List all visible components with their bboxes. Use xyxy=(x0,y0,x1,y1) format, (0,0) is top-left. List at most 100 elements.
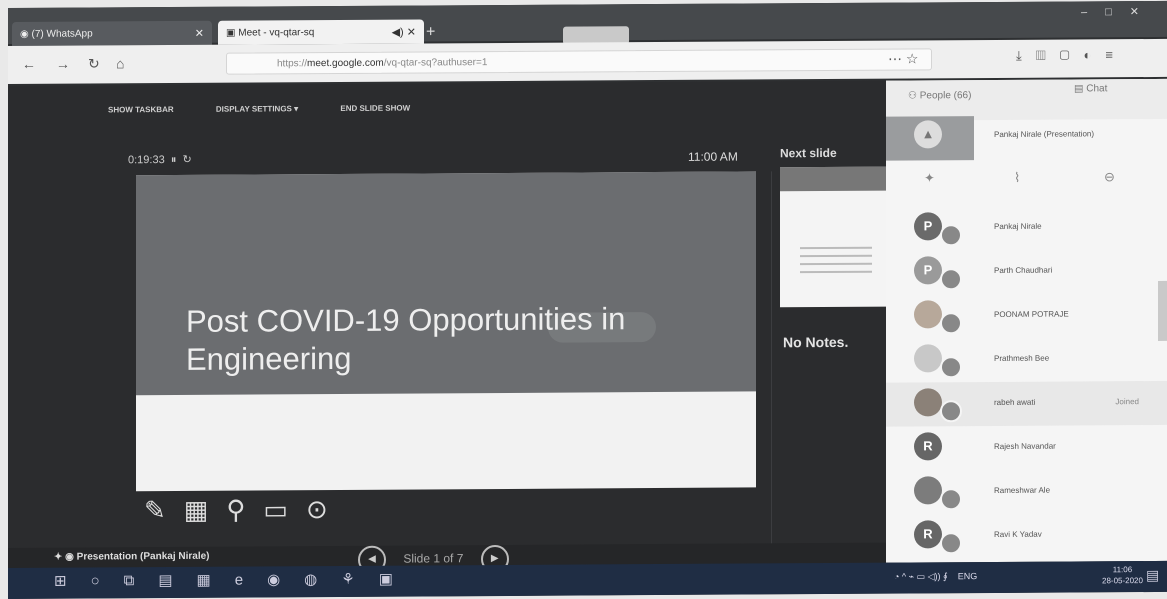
screen-icon[interactable]: ▭ xyxy=(263,494,306,524)
show-taskbar-button[interactable]: SHOW TASKBAR xyxy=(108,105,174,114)
system-tray: ◔ ^ ⌁ ▭ ◁)) ∮ ENG xyxy=(894,571,987,583)
app-icon[interactable]: ⚘ xyxy=(341,571,378,588)
slides-grid-icon[interactable]: ▦ xyxy=(184,495,227,525)
presenter-tools: ✎▦⚲▭⊙ xyxy=(144,494,346,526)
browser-tab-bar: ◉ (7) WhatsApp ✕ ▣ Meet - vq-qtar-sq ◀) … xyxy=(8,0,1167,46)
next-slide-label: Next slide xyxy=(780,145,837,161)
mic-icon xyxy=(940,488,962,511)
list-item[interactable]: POONAM POTRAJE xyxy=(886,293,1167,339)
presenter-clock: 11:00 AM xyxy=(688,149,738,164)
language-indicator[interactable]: ENG xyxy=(958,571,978,581)
participant-name: Pankaj Nirale xyxy=(994,221,1042,231)
people-panel: ⚇ People (66) ▤ Chat ▲ Pankaj Nirale (Pr… xyxy=(886,78,1167,563)
participant-name: Pankaj Nirale (Presentation) xyxy=(994,129,1095,139)
app-icon[interactable]: ▤ xyxy=(158,572,196,589)
url-prefix: https:// xyxy=(277,58,308,70)
tab-label: Meet - vq-qtar-sq xyxy=(238,26,315,39)
presenter-row[interactable]: ▲ Pankaj Nirale (Presentation) xyxy=(886,113,1167,159)
search-icon[interactable]: ○ xyxy=(91,572,124,589)
url-field[interactable]: https://meet.google.com/vq-qtar-sq?authu… xyxy=(226,48,932,75)
pin-icon[interactable]: ✦ ◉ xyxy=(54,552,77,563)
participant-name: Prathmesh Bee xyxy=(994,353,1050,363)
url-path: /vq-qtar-sq?authuser=1 xyxy=(383,57,488,69)
avatar: P xyxy=(914,256,942,285)
remove-icon[interactable]: ⊖ xyxy=(1104,169,1115,185)
divider xyxy=(771,171,772,564)
zoom-icon[interactable]: ⚲ xyxy=(226,494,263,524)
mic-icon xyxy=(940,224,962,247)
tab-chat[interactable]: ▤ Chat xyxy=(1074,83,1107,94)
mic-icon xyxy=(940,268,962,291)
mic-icon xyxy=(940,356,962,379)
taskbar-time: 11:06 xyxy=(1112,565,1133,575)
participant-name: Ravi K Yadav xyxy=(994,529,1042,539)
edge-icon[interactable]: e xyxy=(235,571,267,588)
display-settings-button[interactable]: DISPLAY SETTINGS ▾ xyxy=(216,104,298,114)
pause-icon[interactable]: ⏸ xyxy=(168,154,177,166)
toolbar-icons[interactable]: ⤓▥▢◐≡ xyxy=(1016,47,1127,64)
window-controls[interactable]: –□✕ xyxy=(1081,5,1157,18)
joined-status: Joined xyxy=(1115,397,1139,407)
task-view-icon[interactable]: ⧉ xyxy=(124,572,159,589)
list-item[interactable]: P Parth Chaudhari xyxy=(886,249,1167,295)
mute-icon[interactable]: ⌇ xyxy=(1014,170,1020,186)
slide-title-line1: Post COVID-19 Opportunities in xyxy=(186,301,626,339)
timer-value: 0:19:33 xyxy=(128,154,165,167)
list-item[interactable]: R Ravi K Yadav xyxy=(886,513,1167,559)
new-tab-button[interactable]: + xyxy=(426,23,435,41)
slide-title: Post COVID-19 Opportunities in Engineeri… xyxy=(186,300,706,379)
list-item[interactable]: R Rajesh Navandar xyxy=(886,425,1167,471)
maps-icon[interactable]: ◉ xyxy=(267,571,304,588)
presenter-label: ✦ ◉ Presentation (Pankaj Nirale) xyxy=(54,551,210,563)
participant-name: POONAM POTRAJE xyxy=(994,309,1069,319)
reload-icon[interactable]: ↻ xyxy=(88,55,100,72)
tab-meet[interactable]: ▣ Meet - vq-qtar-sq ◀) ✕ xyxy=(218,19,424,45)
close-icon[interactable]: ✕ xyxy=(195,26,204,39)
timer: 0:19:33 ⏸ ↻ xyxy=(128,153,192,167)
panel-scrollbar[interactable] xyxy=(1158,280,1167,341)
avatar: P xyxy=(914,212,942,241)
home-icon[interactable]: ⌂ xyxy=(116,55,124,71)
tab-people[interactable]: ⚇ People (66) xyxy=(908,90,971,101)
pin-icon[interactable]: ✦ xyxy=(924,170,935,186)
list-item[interactable]: Rameshwar Ale xyxy=(886,469,1167,515)
start-icon[interactable]: ⊞ xyxy=(54,572,91,589)
back-icon[interactable]: ← xyxy=(22,56,36,72)
tray-icons[interactable]: ◔ ^ ⌁ ▭ ◁)) ∮ xyxy=(894,571,948,581)
mic-icon xyxy=(940,312,962,335)
bookmark-star-icon[interactable]: ⋯ ☆ xyxy=(888,50,918,67)
next-slide-preview[interactable] xyxy=(780,166,886,308)
current-slide: Post COVID-19 Opportunities in Engineeri… xyxy=(136,171,756,492)
notes-text: No Notes. xyxy=(783,333,849,351)
windows-taskbar: ⊞○⧉▤▦e◉◍⚘▣ ◔ ^ ⌁ ▭ ◁)) ∮ ENG 11:06 28-05-… xyxy=(8,560,1167,599)
list-item[interactable]: P Pankaj Nirale xyxy=(886,205,1167,251)
taskbar-clock[interactable]: 11:06 28-05-2020 xyxy=(1102,564,1143,586)
firefox-icon[interactable]: ◍ xyxy=(304,571,341,588)
pen-icon[interactable]: ✎ xyxy=(144,495,184,525)
app-icon[interactable]: ▦ xyxy=(197,572,235,589)
tab-whatsapp[interactable]: ◉ (7) WhatsApp ✕ xyxy=(12,20,212,46)
end-slide-show-button[interactable]: END SLIDE SHOW xyxy=(340,104,410,113)
more-icon[interactable]: ⊙ xyxy=(306,494,346,524)
tab-label: (7) WhatsApp xyxy=(31,27,93,40)
reset-icon[interactable]: ↻ xyxy=(179,154,191,166)
participant-name: Rajesh Navandar xyxy=(994,441,1056,451)
slide-counter: Slide 1 of 7 xyxy=(403,551,464,566)
people-icon: ⚇ xyxy=(908,90,920,102)
close-icon[interactable]: ◀) ✕ xyxy=(392,25,416,38)
forward-icon[interactable]: → xyxy=(56,56,70,72)
app-icon[interactable]: ▣ xyxy=(379,571,417,588)
avatar xyxy=(914,476,942,505)
avatar xyxy=(914,344,942,373)
list-item[interactable]: Prathmesh Bee xyxy=(886,337,1167,383)
taskbar-date: 28-05-2020 xyxy=(1102,576,1143,586)
participant-name: rabeh awati xyxy=(994,397,1036,407)
avatar: R xyxy=(914,520,942,549)
slide-title-line2: Engineering xyxy=(186,340,352,377)
taskbar-icons[interactable]: ⊞○⧉▤▦e◉◍⚘▣ xyxy=(54,570,417,590)
participant-name: Parth Chaudhari xyxy=(994,265,1053,275)
notification-icon[interactable]: ▤ xyxy=(1146,567,1159,584)
presenter-name: Presentation (Pankaj Nirale) xyxy=(76,550,210,563)
avatar xyxy=(914,300,942,329)
list-item[interactable]: rabeh awati Joined xyxy=(886,380,1167,427)
